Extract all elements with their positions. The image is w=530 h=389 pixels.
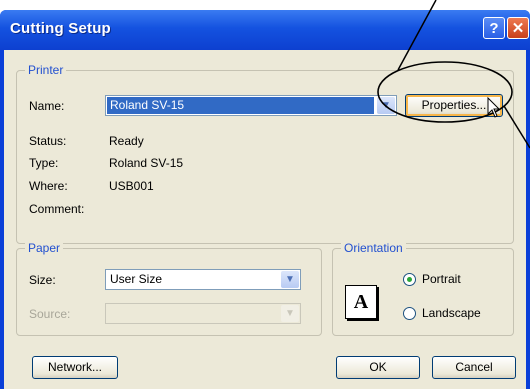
callout-leader-line-top [397,0,437,71]
screenshot-stage: Cutting Setup ? ✕ Printer Name: Roland S… [0,0,530,389]
callout-ellipse [377,61,513,123]
callout-leader-line-right [503,105,530,149]
annotation-overlay [377,0,530,149]
